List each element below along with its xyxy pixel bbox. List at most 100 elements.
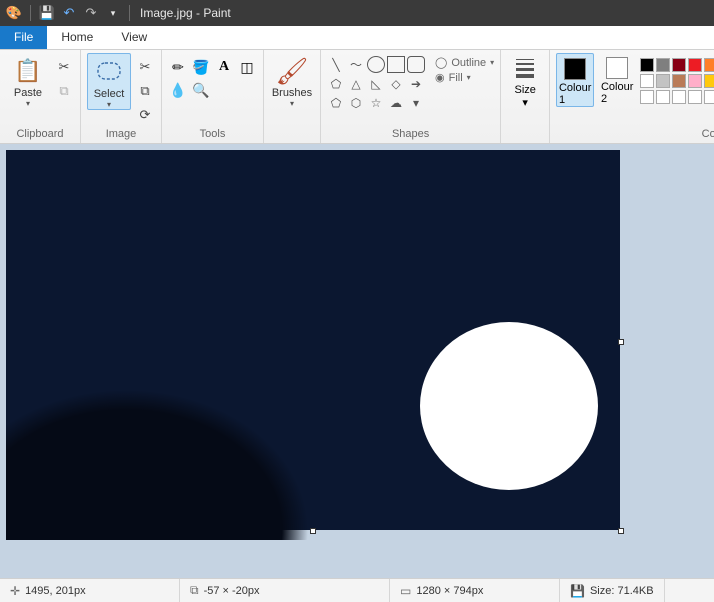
cut-icon[interactable]: ✂ xyxy=(54,57,74,77)
shape-more-icon[interactable]: ▾ xyxy=(407,94,425,111)
shapes-gallery[interactable]: ╲ 〜 ⬠ △ ◺ ◇ ➔ ⬠ ⬡ ☆ ☁ ▾ xyxy=(327,53,425,111)
resize-handle-right[interactable] xyxy=(618,339,624,345)
shape-star-icon[interactable]: ☆ xyxy=(367,94,385,111)
palette-swatch[interactable] xyxy=(688,58,702,72)
quick-access-toolbar: 🎨 💾 ↶ ↷ ▾ xyxy=(4,3,134,23)
status-filesize: 💾 Size: 71.4KB xyxy=(560,579,665,602)
brush-icon: 🖌 xyxy=(277,55,307,87)
shape-options: ◯Outline▾ ◉Fill▾ xyxy=(429,53,494,84)
paint-app-icon[interactable]: 🎨 xyxy=(4,3,24,23)
palette-swatch[interactable] xyxy=(640,58,654,72)
size-label: Size xyxy=(514,84,535,96)
redo-icon[interactable]: ↷ xyxy=(81,3,101,23)
palette-swatch[interactable] xyxy=(672,58,686,72)
status-selection: ⧉ -57 × -20px xyxy=(180,579,390,602)
tab-view[interactable]: View xyxy=(107,26,161,49)
colour-palette[interactable] xyxy=(640,53,714,104)
size-button[interactable]: Size ▾ xyxy=(507,53,543,109)
pencil-icon[interactable]: ✏ xyxy=(168,57,188,77)
shape-line-icon[interactable]: ╲ xyxy=(327,56,345,73)
chevron-down-icon: ▾ xyxy=(26,99,30,108)
save-icon[interactable]: 💾 xyxy=(37,3,57,23)
status-cursor: ✛ 1495, 201px xyxy=(0,579,180,602)
brushes-label: Brushes xyxy=(272,87,312,99)
colour2-swatch xyxy=(606,57,628,79)
qat-dropdown-icon[interactable]: ▾ xyxy=(103,3,123,23)
status-dimensions: ▭ 1280 × 794px xyxy=(390,579,560,602)
copy-icon[interactable]: ⧉ xyxy=(54,81,74,101)
group-shapes: ╲ 〜 ⬠ △ ◺ ◇ ➔ ⬠ ⬡ ☆ ☁ ▾ ◯Outline▾ ◉Fill▾ xyxy=(321,50,501,143)
select-button[interactable]: Select ▾ xyxy=(87,53,131,110)
shape-curve-icon[interactable]: 〜 xyxy=(347,56,365,73)
group-label-brushes xyxy=(270,126,314,143)
magnifier-icon[interactable]: 🔍 xyxy=(191,80,211,100)
group-colours: Colour 1 Colour 2 Col xyxy=(550,50,714,143)
shape-arrow-icon[interactable]: ➔ xyxy=(407,75,425,92)
palette-swatch[interactable] xyxy=(656,58,670,72)
fill-button[interactable]: ◉Fill▾ xyxy=(435,71,494,84)
tab-home[interactable]: Home xyxy=(47,26,107,49)
palette-swatch[interactable] xyxy=(704,74,714,88)
shape-hexagon-icon[interactable]: ⬡ xyxy=(347,94,365,111)
resize-icon[interactable]: ⧉ xyxy=(135,81,155,101)
shape-rect-icon[interactable] xyxy=(387,56,405,73)
chevron-down-icon: ▾ xyxy=(290,99,294,108)
outline-button[interactable]: ◯Outline▾ xyxy=(435,56,494,69)
shape-triangle-icon[interactable]: △ xyxy=(347,75,365,92)
text-icon[interactable]: A xyxy=(214,57,234,77)
shape-diamond-icon[interactable]: ◇ xyxy=(387,75,405,92)
dropper-icon[interactable]: 💧 xyxy=(168,80,188,100)
select-rect-icon xyxy=(94,56,124,88)
group-label-image: Image xyxy=(87,126,155,143)
crop-icon[interactable]: ✂ xyxy=(135,57,155,77)
status-filesize-value: Size: 71.4KB xyxy=(590,585,654,597)
group-image: Select ▾ ✂ ⧉ ⟳ Image xyxy=(81,50,162,143)
palette-swatch[interactable] xyxy=(656,90,670,104)
palette-swatch[interactable] xyxy=(640,90,654,104)
palette-swatch[interactable] xyxy=(704,90,714,104)
colour1-button[interactable]: Colour 1 xyxy=(556,53,594,107)
palette-swatch[interactable] xyxy=(688,74,702,88)
tab-file[interactable]: File xyxy=(0,26,47,49)
resize-handle-bottom[interactable] xyxy=(310,528,316,534)
group-tools: ✏ 🪣 A ◫ 💧 🔍 Tools xyxy=(162,50,264,143)
palette-swatch[interactable] xyxy=(640,74,654,88)
window-title: Image.jpg - Paint xyxy=(140,6,231,20)
palette-swatch[interactable] xyxy=(672,90,686,104)
canvas-content xyxy=(6,330,426,540)
clipboard-icon: 📋 xyxy=(13,55,43,87)
group-label-shapes: Shapes xyxy=(327,126,494,143)
group-label-colours: Col xyxy=(556,126,714,143)
colour2-button[interactable]: Colour 2 xyxy=(598,53,636,105)
status-cursor-value: 1495, 201px xyxy=(25,585,86,597)
brushes-button[interactable]: 🖌 Brushes ▾ xyxy=(270,53,314,108)
undo-icon[interactable]: ↶ xyxy=(59,3,79,23)
shape-pentagon-icon[interactable]: ⬠ xyxy=(327,94,345,111)
selection-icon: ⧉ xyxy=(190,583,199,598)
outline-icon: ◯ xyxy=(435,56,447,69)
eraser-icon[interactable]: ◫ xyxy=(237,57,257,77)
paste-button[interactable]: 📋 Paste ▾ xyxy=(6,53,50,108)
resize-handle-corner[interactable] xyxy=(618,528,624,534)
shape-callout-icon[interactable]: ☁ xyxy=(387,94,405,111)
shape-oval-icon[interactable] xyxy=(367,56,385,73)
status-bar: ✛ 1495, 201px ⧉ -57 × -20px ▭ 1280 × 794… xyxy=(0,578,714,602)
title-bar: 🎨 💾 ↶ ↷ ▾ Image.jpg - Paint xyxy=(0,0,714,26)
shape-roundrect-icon[interactable] xyxy=(407,56,425,73)
shape-polygon-icon[interactable]: ⬠ xyxy=(327,75,345,92)
palette-swatch[interactable] xyxy=(672,74,686,88)
palette-swatch[interactable] xyxy=(656,74,670,88)
chevron-down-icon: ▾ xyxy=(522,96,528,109)
size-bars-icon xyxy=(516,59,534,78)
bucket-icon[interactable]: 🪣 xyxy=(191,57,211,77)
shape-rtriangle-icon[interactable]: ◺ xyxy=(367,75,385,92)
qat-separator xyxy=(30,5,31,21)
canvas-workspace[interactable] xyxy=(0,144,714,578)
palette-swatch[interactable] xyxy=(704,58,714,72)
group-label-clipboard: Clipboard xyxy=(6,126,74,143)
palette-swatch[interactable] xyxy=(688,90,702,104)
dimensions-icon: ▭ xyxy=(400,584,411,598)
fill-icon: ◉ xyxy=(435,71,445,84)
group-brushes: 🖌 Brushes ▾ xyxy=(264,50,321,143)
rotate-icon[interactable]: ⟳ xyxy=(135,105,155,125)
